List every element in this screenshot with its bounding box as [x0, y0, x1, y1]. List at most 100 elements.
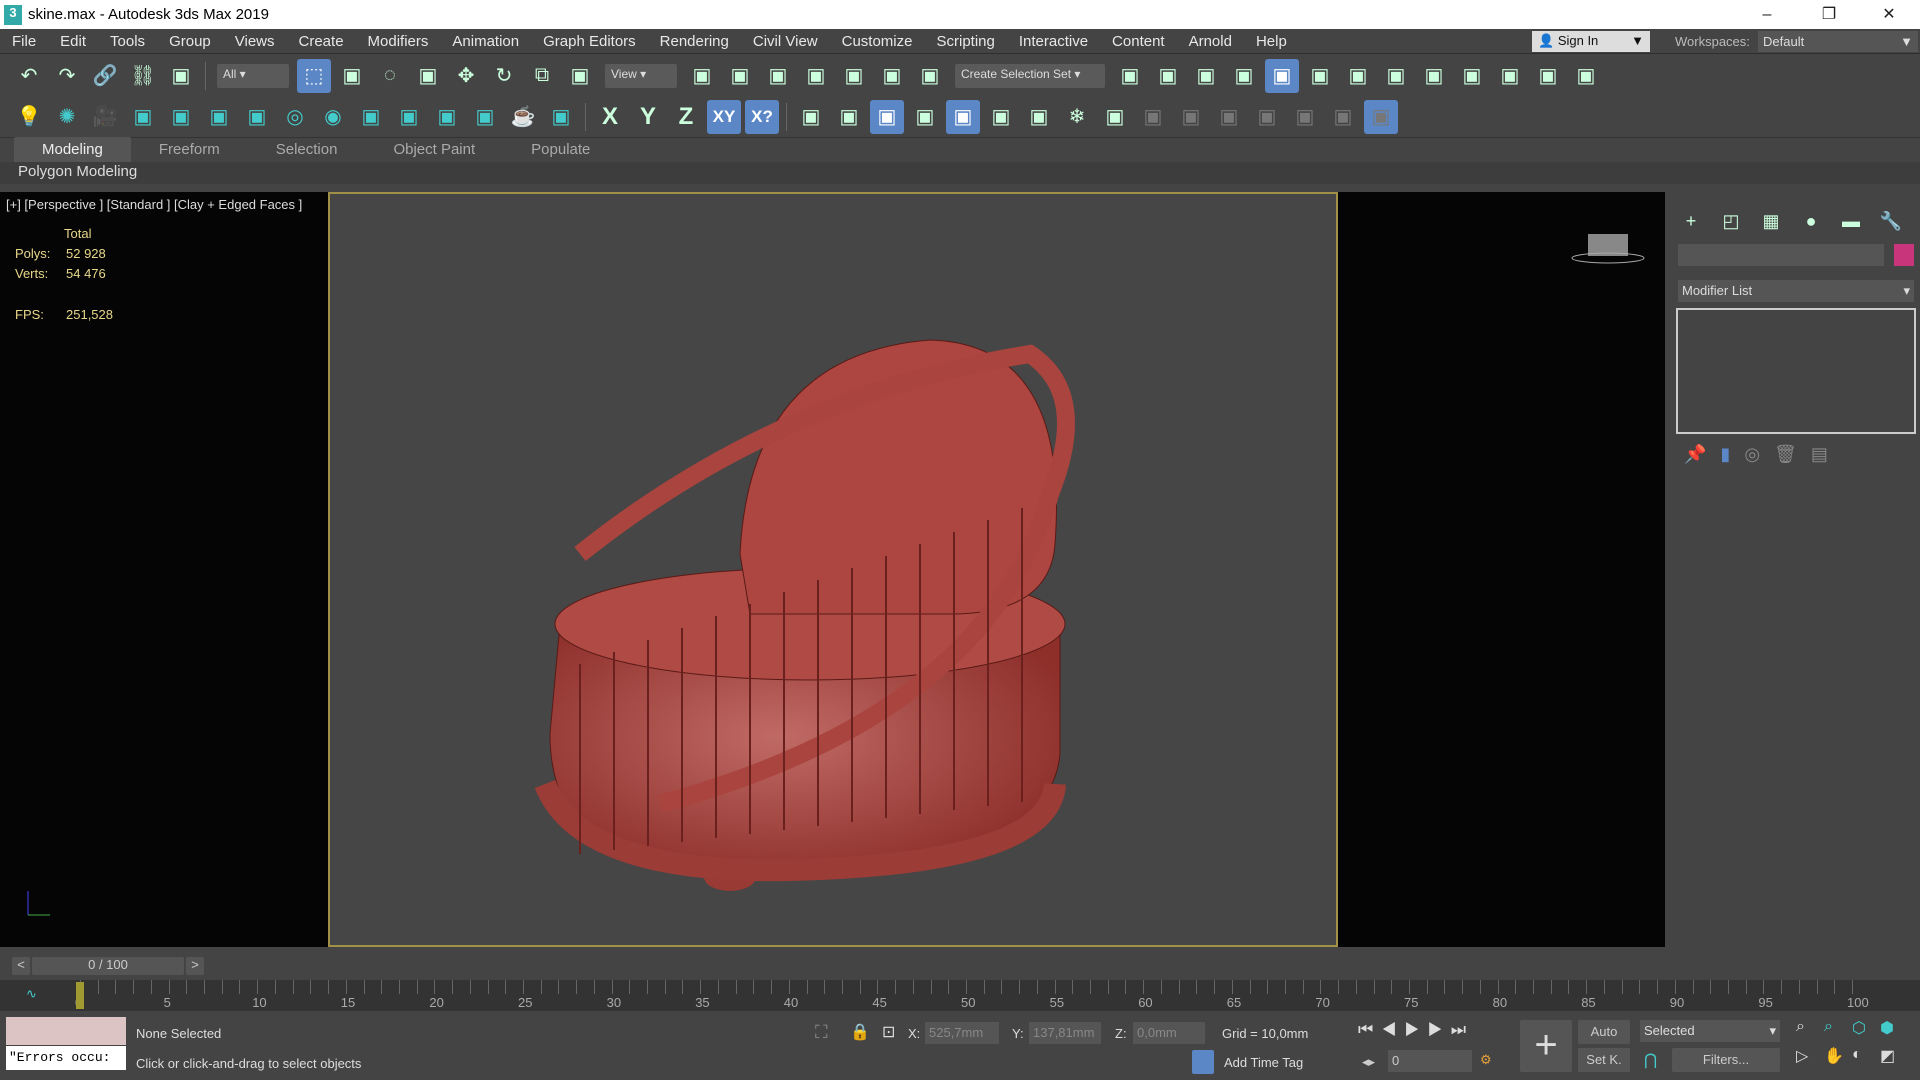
time-slider-thumb[interactable]	[76, 982, 84, 1009]
time-configuration-icon[interactable]: ⚙	[1480, 1052, 1492, 1068]
workspace-dropdown[interactable]: Default ▼	[1758, 31, 1918, 52]
vase-icon[interactable]: ▣	[1212, 100, 1246, 134]
panel-icon[interactable]: ▣	[164, 100, 198, 134]
zoom-extents-all-icon[interactable]: ⬢	[1880, 1018, 1908, 1038]
menu-tools[interactable]: Tools	[98, 33, 157, 50]
tree-card-icon[interactable]: ▣	[240, 100, 274, 134]
menu-interactive[interactable]: Interactive	[1007, 33, 1100, 50]
dots-icon[interactable]: ▣	[1136, 100, 1170, 134]
axis-constraint-y[interactable]: Y	[631, 100, 665, 134]
maxscript-listener[interactable]	[6, 1017, 126, 1045]
selection-set-dropdown[interactable]: Create Selection Set ▾	[955, 63, 1105, 88]
key-mode-toggle-icon[interactable]: ◂▸	[1362, 1054, 1375, 1070]
ribbon-tab-populate[interactable]: Populate	[503, 137, 618, 162]
snap-2d-icon[interactable]: ▣	[761, 59, 795, 93]
modifier-stack[interactable]	[1676, 308, 1916, 434]
align-tool-icon[interactable]: ▣	[1151, 59, 1185, 93]
configure-modifier-sets-icon[interactable]: ▤	[1811, 444, 1828, 465]
freeze-icon[interactable]: ❄	[1060, 100, 1094, 134]
current-frame-spinner[interactable]: 0	[1388, 1050, 1472, 1072]
undo-icon[interactable]: ↶	[12, 59, 46, 93]
time-tag-icon[interactable]	[1192, 1050, 1214, 1074]
scene-explorer-icon[interactable]: ▣	[1189, 59, 1223, 93]
selection-lock-icon[interactable]: 🔒	[850, 1022, 870, 1042]
align-icon[interactable]: ▣	[723, 59, 757, 93]
ribbon-tab-modeling[interactable]: Modeling	[14, 137, 131, 162]
viewport-layout-icon[interactable]: ▣	[1569, 59, 1603, 93]
frame-indicator[interactable]: 0 / 100	[32, 957, 184, 975]
modifier-list-dropdown[interactable]: Modifier List ▾	[1678, 280, 1914, 302]
isolate-selection-icon[interactable]: ⛶	[815, 1022, 828, 1043]
orbit-icon[interactable]: ◐	[1852, 1046, 1880, 1066]
spinner-snap-icon[interactable]: ▣	[875, 59, 909, 93]
select-by-name-icon[interactable]: ▣	[335, 59, 369, 93]
menu-content[interactable]: Content	[1100, 33, 1177, 50]
curve-editor-toggle-icon[interactable]: ∿	[26, 986, 37, 1002]
menu-rendering[interactable]: Rendering	[648, 33, 741, 50]
minimize-button[interactable]: –	[1738, 0, 1796, 29]
camera-icon[interactable]: 🎥	[88, 100, 122, 134]
remove-modifier-icon[interactable]: 🗑	[1774, 444, 1797, 465]
menu-group[interactable]: Group	[157, 33, 223, 50]
tree-icon[interactable]: ▣	[202, 100, 236, 134]
reference-coordinate-dropdown[interactable]: View ▾	[605, 63, 677, 88]
object-name-field[interactable]	[1678, 244, 1884, 266]
sphere-icon[interactable]: ◉	[316, 100, 350, 134]
percent-snap-icon[interactable]: ▣	[837, 59, 871, 93]
axis-constraint-xq[interactable]: X?	[745, 99, 779, 134]
torus-icon[interactable]: ◎	[278, 100, 312, 134]
menu-animation[interactable]: Animation	[440, 33, 531, 50]
menu-create[interactable]: Create	[287, 33, 356, 50]
menu-views[interactable]: Views	[223, 33, 287, 50]
hierarchy-tab-icon[interactable]: ▦	[1754, 204, 1788, 238]
object-color-swatch[interactable]	[1894, 244, 1914, 266]
viewport-label-menu[interactable]: [+] [Perspective ] [Standard ] [Clay + E…	[6, 197, 302, 212]
y-coordinate-field[interactable]: 137,81mm	[1029, 1022, 1101, 1044]
menu-modifiers[interactable]: Modifiers	[356, 33, 441, 50]
zoom-icon[interactable]: ⌕	[1796, 1018, 1824, 1038]
set-key-button[interactable]: Set K.	[1578, 1048, 1630, 1072]
unlink-icon[interactable]: ⛓	[126, 59, 160, 93]
snap-icon[interactable]: ▣	[832, 100, 866, 134]
snap-face-icon[interactable]: ▣	[984, 100, 1018, 134]
restore-button[interactable]: ❐	[1800, 0, 1858, 29]
scale-icon[interactable]: ⧉	[525, 59, 559, 93]
set-key-big-button[interactable]: +	[1520, 1020, 1572, 1072]
perspective-viewport[interactable]	[328, 192, 1338, 947]
x-coordinate-field[interactable]: 525,7mm	[925, 1022, 999, 1044]
previous-frame-button[interactable]: <	[12, 957, 30, 975]
maxscript-output[interactable]: "Errors occu:	[6, 1046, 126, 1070]
render-cloud-icon[interactable]: ▣	[1531, 59, 1565, 93]
curve-icon[interactable]: ▣	[1326, 100, 1360, 134]
sign-in-dropdown[interactable]: 👤 Sign In ▼	[1532, 31, 1650, 52]
viewport-icon[interactable]: ▣	[354, 100, 388, 134]
render-icon[interactable]: ▣	[1493, 59, 1527, 93]
zoom-all-icon[interactable]: ⌕	[1824, 1018, 1852, 1038]
zoom-extents-icon[interactable]: ⬡	[1852, 1018, 1880, 1038]
pin-icon[interactable]: ▣	[1288, 100, 1322, 134]
menu-civil-view[interactable]: Civil View	[741, 33, 830, 50]
camera-add-icon[interactable]: ▣	[430, 100, 464, 134]
maximize-viewport-icon[interactable]: ◩	[1880, 1046, 1908, 1066]
chair-model[interactable]	[330, 194, 1336, 945]
angle-snap-icon[interactable]: ▣	[799, 59, 833, 93]
modify-tab-icon[interactable]: ◰	[1714, 204, 1748, 238]
render-window-icon[interactable]: ▣	[392, 100, 426, 134]
ribbon-tab-selection[interactable]: Selection	[248, 137, 366, 162]
select-object-icon[interactable]: ⬚	[297, 58, 331, 93]
mesh-icon[interactable]: ▣	[1098, 100, 1132, 134]
key-filter-dropdown[interactable]: Selected ▾	[1640, 1020, 1780, 1042]
menu-edit[interactable]: Edit	[48, 33, 98, 50]
trees-icon[interactable]: ▣	[126, 100, 160, 134]
menu-scripting[interactable]: Scripting	[924, 33, 1006, 50]
render-setup-icon[interactable]: ▣	[1417, 59, 1451, 93]
absolute-mode-icon[interactable]: ⊡	[882, 1022, 895, 1042]
schematic-view-icon[interactable]: ▣	[1341, 59, 1375, 93]
rotate-icon[interactable]: ↻	[487, 59, 521, 93]
curve-editor-icon[interactable]: ▣	[1303, 59, 1337, 93]
shield-icon[interactable]: ▣	[1250, 100, 1284, 134]
window-crossing-icon[interactable]: ▣	[411, 59, 445, 93]
default-tangents-icon[interactable]: ⋂	[1644, 1050, 1657, 1070]
auto-key-button[interactable]: Auto	[1578, 1020, 1630, 1044]
field-of-view-icon[interactable]: ▷	[1796, 1046, 1824, 1066]
